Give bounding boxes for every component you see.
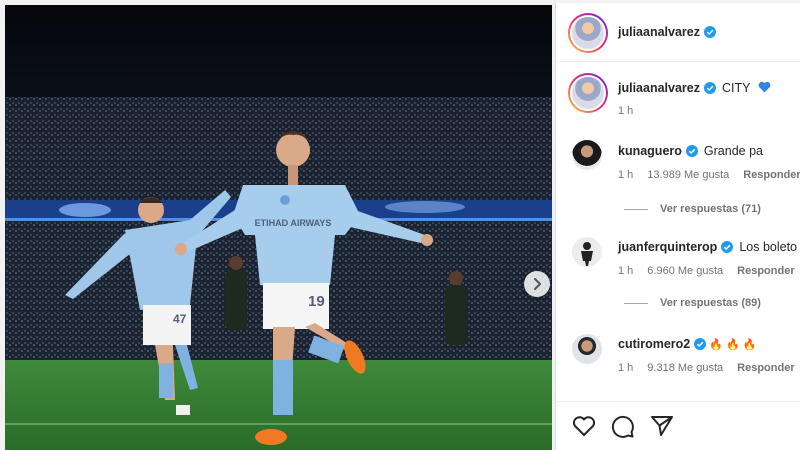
comment-avatar[interactable]: [572, 237, 602, 267]
reply-button[interactable]: Responder: [743, 169, 800, 181]
send-icon[interactable]: [650, 415, 674, 437]
verified-badge-icon: [694, 338, 707, 350]
instagram-post-window: 47 ETIHAD AIRWAYS 19 juliaanalvarez juli…: [0, 0, 800, 450]
comment-meta: 1 h 6.960 Me gusta Responder: [618, 265, 800, 277]
photo-illustration: 47 ETIHAD AIRWAYS 19: [5, 5, 552, 450]
comment-meta: 1 h 9.318 Me gusta Responder: [618, 362, 800, 374]
caption-username[interactable]: juliaanalvarez: [618, 81, 700, 95]
reply-button[interactable]: Responder: [737, 265, 794, 277]
author-username-text[interactable]: juliaanalvarez: [618, 25, 700, 39]
verified-badge-icon: [721, 241, 734, 253]
view-replies-button[interactable]: Ver respuestas (89): [624, 297, 761, 309]
post-photo[interactable]: 47 ETIHAD AIRWAYS 19: [5, 5, 552, 450]
player-silhouette-icon: [581, 242, 593, 266]
replies-divider: [624, 208, 648, 210]
replies-divider: [624, 302, 648, 304]
comment-line: kunaguero Grande pa: [618, 144, 763, 158]
view-replies-text[interactable]: Ver respuestas (71): [660, 203, 761, 215]
comment-text: Grande pa: [703, 144, 763, 158]
next-photo-button[interactable]: [524, 271, 550, 297]
comment-time: 1 h: [618, 169, 634, 181]
comment-username[interactable]: cutiromero2: [618, 337, 690, 351]
verified-badge-icon: [704, 82, 716, 94]
comment-username[interactable]: kunaguero: [618, 144, 682, 158]
verified-badge-icon: [704, 26, 716, 38]
comment-avatar[interactable]: [572, 334, 602, 364]
left-player-number: 47: [173, 312, 187, 326]
blue-heart-icon: [758, 81, 771, 93]
caption-line: juliaanalvarez CITY: [618, 81, 771, 95]
comment-text: 🔥 🔥 🔥: [709, 339, 757, 351]
caption-avatar[interactable]: [568, 73, 608, 113]
comment-username[interactable]: juanferquinterop: [618, 240, 717, 254]
comment-likes[interactable]: 6.960 Me gusta: [647, 265, 723, 277]
author-avatar[interactable]: [568, 13, 608, 53]
center-player-number: 19: [308, 293, 325, 310]
comments-panel: juliaanalvarez juliaanalvarez CITY 1 h ku…: [555, 3, 800, 450]
caption-text: CITY: [722, 81, 751, 95]
comment-avatar[interactable]: [572, 140, 602, 170]
post-header: juliaanalvarez: [556, 3, 800, 62]
comment-likes[interactable]: 13.989 Me gusta: [647, 169, 729, 181]
post-actions-bar: [556, 401, 800, 450]
comment-text: Los boleto: [739, 240, 797, 254]
comment-line: juanferquinterop Los boleto: [618, 240, 797, 254]
jersey-sponsor: ETIHAD AIRWAYS: [255, 218, 332, 228]
comment-line: cutiromero2 🔥 🔥 🔥: [618, 337, 756, 351]
caption-time: 1 h: [618, 105, 647, 117]
reply-button[interactable]: Responder: [737, 362, 794, 374]
author-username[interactable]: juliaanalvarez: [618, 25, 716, 39]
comment-icon[interactable]: [611, 415, 635, 439]
chevron-right-icon: [534, 278, 541, 290]
comment-likes[interactable]: 9.318 Me gusta: [647, 362, 723, 374]
heart-icon[interactable]: [572, 415, 596, 437]
verified-badge-icon: [685, 145, 698, 157]
view-replies-text[interactable]: Ver respuestas (89): [660, 297, 761, 309]
caption-time-text: 1 h: [618, 105, 634, 117]
comment-time: 1 h: [618, 362, 634, 374]
comment-meta: 1 h 13.989 Me gusta Responder: [618, 169, 800, 181]
view-replies-button[interactable]: Ver respuestas (71): [624, 203, 761, 215]
comment-time: 1 h: [618, 265, 634, 277]
